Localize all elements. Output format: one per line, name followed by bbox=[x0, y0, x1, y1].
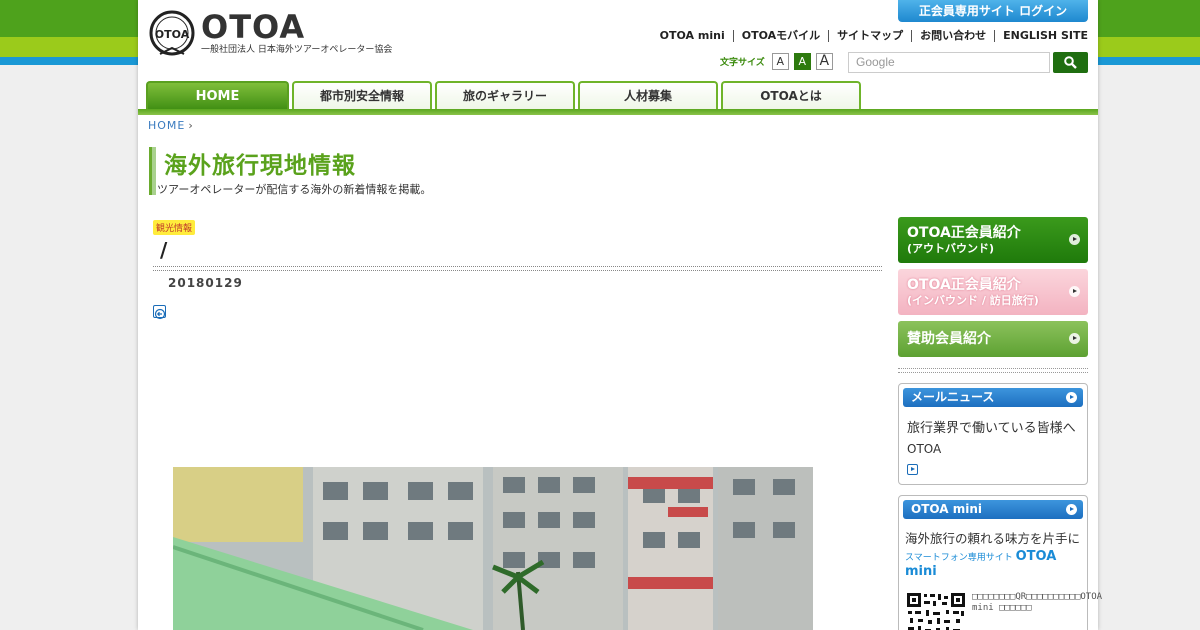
font-size-medium-button[interactable]: A bbox=[793, 53, 811, 70]
tab-about-otoa[interactable]: OTOAとは bbox=[721, 81, 861, 110]
otoa-emblem-icon: OTOA bbox=[149, 10, 195, 56]
full-member-inbound-button[interactable]: OTOA正会員紹介 (インバウンド / 訪日旅行) bbox=[898, 269, 1088, 315]
chevron-right-icon bbox=[1069, 286, 1080, 297]
nav-underline bbox=[138, 109, 1098, 115]
breadcrumb: HOME › bbox=[148, 119, 194, 132]
tab-city-safety[interactable]: 都市別安全情報 bbox=[292, 81, 432, 110]
site-logo[interactable]: OTOA OTOA 一般社団法人 日本海外ツアーオペレーター協会 bbox=[148, 10, 392, 58]
article-divider bbox=[153, 266, 882, 271]
mail-news-box: メールニュース 旅行業界で働いている皆様へ OTOA bbox=[898, 383, 1088, 485]
svg-text:OTOA: OTOA bbox=[155, 28, 190, 41]
link-sitemap[interactable]: サイトマップ bbox=[828, 30, 911, 42]
font-size-label: 文字サイズ bbox=[720, 58, 765, 68]
apartment-building-image bbox=[173, 467, 813, 630]
chevron-right-icon bbox=[1066, 392, 1077, 403]
chevron-right-icon bbox=[1069, 234, 1080, 245]
sb2-sub-label: (インバウンド / 訪日旅行) bbox=[907, 294, 1039, 307]
otoa-mini-qr-note: □□□□□□□□QR□□□□□□□□□□OTOA mini □□□□□□ bbox=[972, 592, 1103, 613]
page-subtitle: ツアーオペレーターが配信する海外の新着情報を掲載。 bbox=[157, 183, 432, 196]
sb1-main-label: OTOA正会員紹介 bbox=[907, 225, 1021, 241]
link-contact[interactable]: お問い合わせ bbox=[911, 30, 994, 42]
otoa-mini-box: OTOA mini 海外旅行の頼れる味方を片手に スマートフォン専用サイト OT… bbox=[898, 495, 1103, 630]
article-photo bbox=[173, 467, 813, 630]
otoa-mini-header[interactable]: OTOA mini bbox=[903, 500, 1083, 519]
page-title: 海外旅行現地情報 bbox=[164, 153, 356, 179]
article-date: 20180129 bbox=[168, 276, 243, 290]
qr-code-icon bbox=[906, 592, 966, 630]
chevron-right-icon bbox=[1066, 504, 1077, 515]
tab-travel-gallery[interactable]: 旅のギャラリー bbox=[435, 81, 575, 110]
chevron-right-icon bbox=[1069, 333, 1080, 344]
main-nav: HOME 都市別安全情報 旅のギャラリー 人材募集 OTOAとは bbox=[146, 81, 864, 110]
breadcrumb-separator: › bbox=[188, 119, 194, 132]
sb3-main-label: 賛助会員紹介 bbox=[907, 331, 991, 347]
mail-news-title: メールニュース bbox=[911, 390, 995, 404]
category-badge[interactable]: 観光情報 bbox=[153, 220, 196, 235]
search-icon bbox=[1064, 56, 1077, 69]
otoa-mini-tagline-small: スマートフォン専用サイト bbox=[905, 553, 1013, 563]
back-arrow-icon[interactable] bbox=[153, 305, 166, 320]
otoa-mini-text: 海外旅行の頼れる味方を片手に bbox=[905, 531, 1081, 546]
logo-subtitle: 一般社団法人 日本海外ツアーオペレーター協会 bbox=[201, 45, 393, 55]
sb2-main-label: OTOA正会員紹介 bbox=[907, 277, 1021, 293]
link-otoa-mobile[interactable]: OTOAモバイル bbox=[732, 30, 828, 42]
member-login-button[interactable]: 正会員専用サイト ログイン bbox=[898, 0, 1088, 22]
link-english-site[interactable]: ENGLISH SITE bbox=[994, 30, 1088, 42]
top-links: OTOA mini OTOAモバイル サイトマップ お問い合わせ ENGLISH… bbox=[652, 30, 1088, 42]
supporting-member-button[interactable]: 賛助会員紹介 bbox=[898, 321, 1088, 357]
sb1-sub-label: (アウトバウンド) bbox=[907, 242, 995, 255]
mail-news-org: OTOA bbox=[907, 442, 942, 456]
mail-news-text: 旅行業界で働いている皆様へ bbox=[907, 421, 1076, 436]
heading-accent-bar bbox=[149, 147, 156, 195]
link-otoa-mini[interactable]: OTOA mini bbox=[652, 30, 733, 42]
otoa-mini-tagline: スマートフォン専用サイト OTOA mini bbox=[899, 549, 1087, 579]
mail-news-header[interactable]: メールニュース bbox=[903, 388, 1083, 407]
search-input[interactable]: Google bbox=[848, 52, 1050, 73]
logo-title: OTOA bbox=[201, 8, 306, 46]
tab-home[interactable]: HOME bbox=[146, 81, 289, 110]
font-size-large-button[interactable]: A bbox=[815, 53, 833, 70]
full-member-outbound-button[interactable]: OTOA正会員紹介 (アウトバウンド) bbox=[898, 217, 1088, 263]
font-size-small-button[interactable]: A bbox=[771, 53, 789, 70]
arrow-left-icon bbox=[154, 308, 166, 320]
search-button[interactable] bbox=[1053, 52, 1088, 73]
sidebar-divider bbox=[898, 368, 1088, 373]
tab-recruitment[interactable]: 人材募集 bbox=[578, 81, 718, 110]
arrow-right-icon[interactable] bbox=[907, 464, 918, 475]
page-container: OTOA OTOA 一般社団法人 日本海外ツアーオペレーター協会 正会員専用サイ… bbox=[138, 0, 1103, 630]
font-size-switcher: 文字サイズ A A A bbox=[720, 53, 838, 70]
otoa-mini-title: OTOA mini bbox=[911, 502, 983, 516]
article-title: / bbox=[160, 238, 168, 262]
breadcrumb-home[interactable]: HOME bbox=[148, 119, 185, 132]
